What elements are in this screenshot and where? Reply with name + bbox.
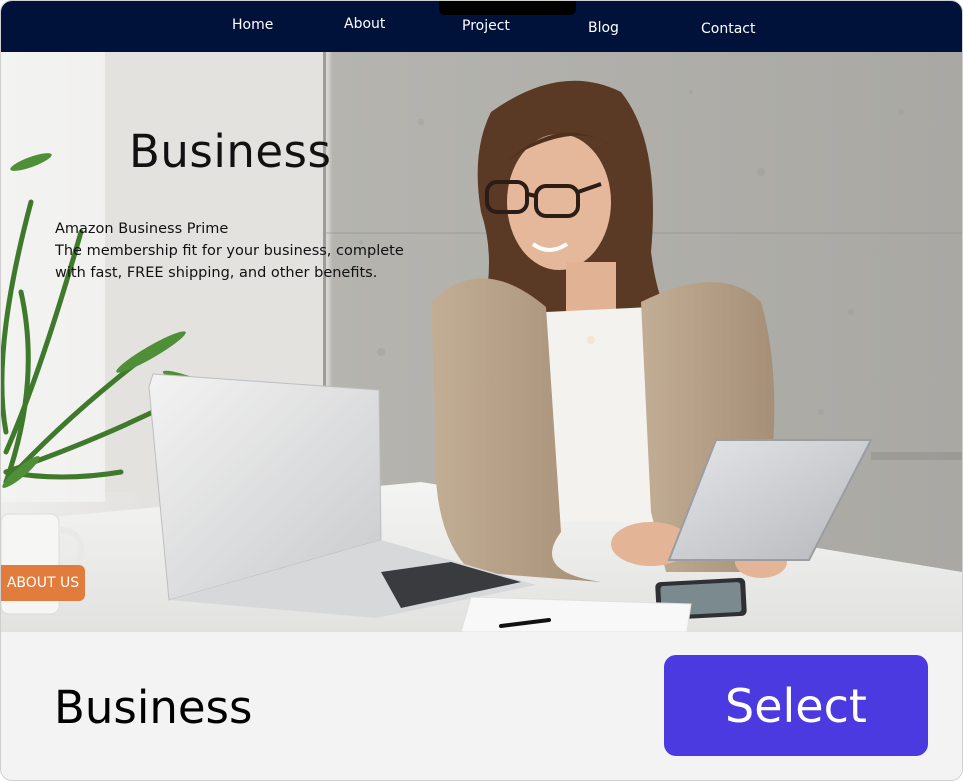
nav-home-link[interactable]: Home	[232, 17, 273, 33]
template-name: Business	[54, 681, 253, 734]
card-footer: Business Select	[1, 632, 962, 780]
select-button[interactable]: Select	[664, 655, 928, 756]
hero-description-line-1: The membership fit for your business, co…	[55, 243, 404, 259]
hero-description-line-2: with fast, FREE shipping, and other bene…	[55, 265, 378, 281]
hero-subtitle: Amazon Business Prime	[55, 221, 229, 237]
template-card: Home About Project Blog Contact Business…	[0, 0, 963, 781]
about-us-button[interactable]: ABOUT US	[1, 565, 85, 601]
hero-title: Business	[129, 125, 332, 178]
nav-contact-link[interactable]: Contact	[701, 21, 755, 37]
camera-notch	[439, 1, 576, 15]
hero-section: Business Amazon Business Prime The membe…	[1, 52, 962, 632]
nav-about-link[interactable]: About	[344, 16, 385, 32]
nav-blog-link[interactable]: Blog	[588, 20, 619, 36]
top-nav: Home About Project Blog Contact	[1, 1, 962, 52]
nav-project-link[interactable]: Project	[462, 18, 510, 34]
